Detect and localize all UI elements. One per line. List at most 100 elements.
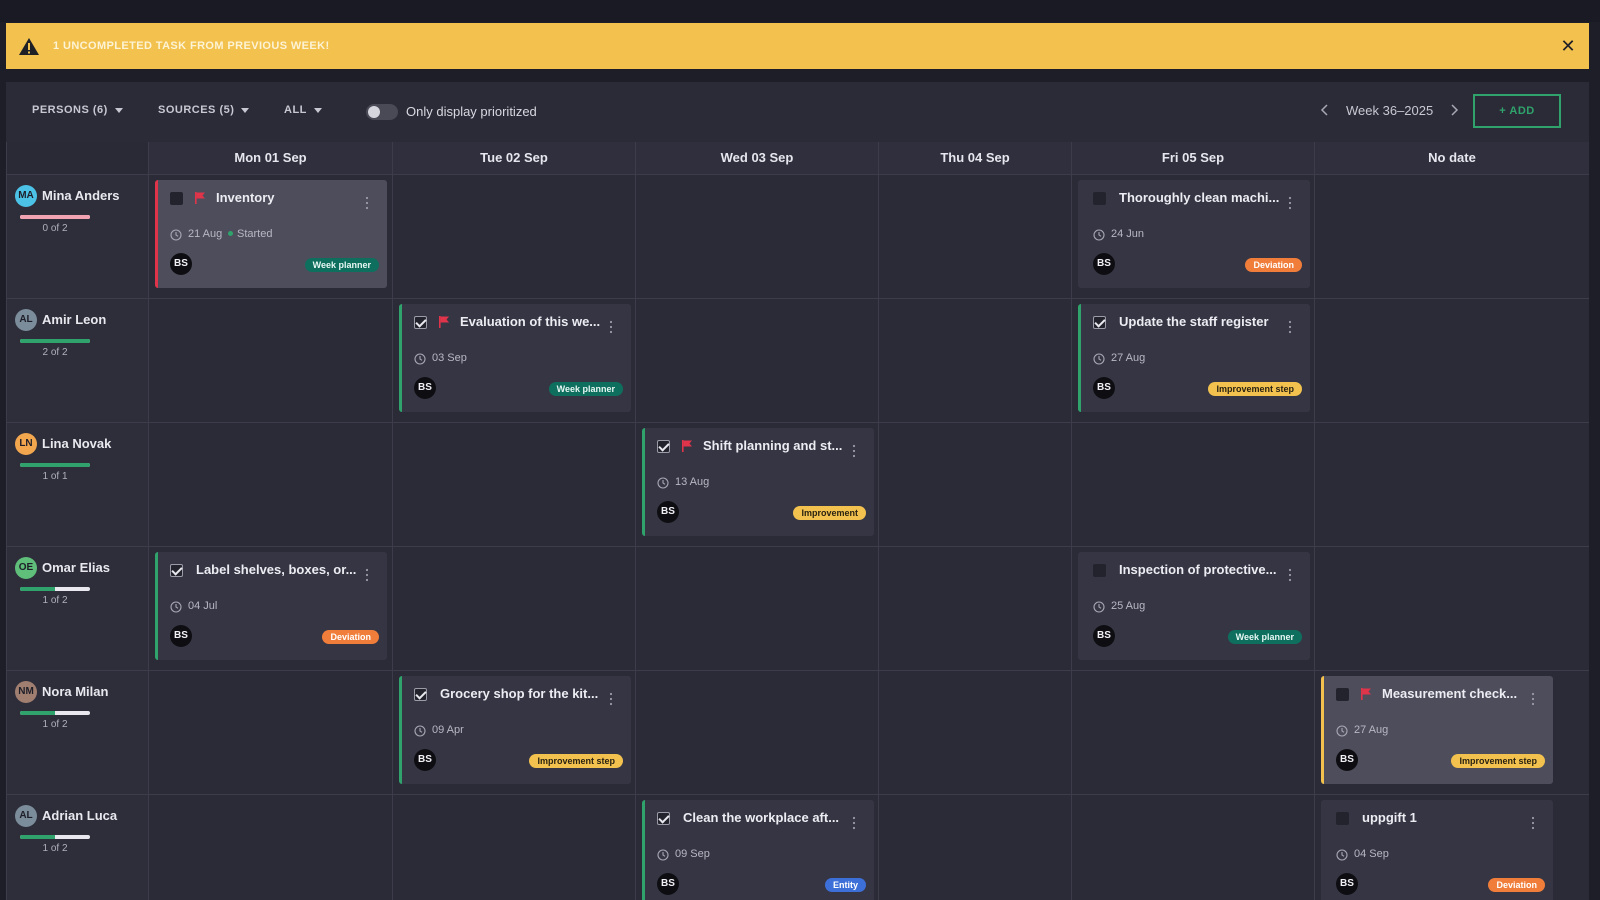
- person-cell: OE Omar Elias 1 of 2: [6, 546, 148, 670]
- day-cell[interactable]: [1314, 298, 1589, 422]
- day-header: Tue 02 Sep: [392, 142, 635, 174]
- more-options-icon[interactable]: [1531, 692, 1535, 706]
- day-cell[interactable]: [1314, 174, 1589, 298]
- task-checkbox[interactable]: [1336, 812, 1349, 825]
- status-filter-dropdown[interactable]: ALL: [284, 104, 322, 116]
- progress-fill: [20, 587, 55, 591]
- progress-bar: [20, 463, 90, 467]
- persons-filter-dropdown[interactable]: PERSONS (6): [32, 104, 123, 116]
- person-name[interactable]: Mina Anders: [42, 188, 120, 203]
- person-cell: NM Nora Milan 1 of 2: [6, 670, 148, 794]
- more-options-icon[interactable]: [852, 816, 856, 830]
- task-card[interactable]: Clean the workplace aft... 09 Sep BS Entity: [642, 800, 874, 900]
- day-cell[interactable]: [878, 298, 1071, 422]
- day-cell[interactable]: [148, 422, 392, 546]
- day-cell[interactable]: [1071, 670, 1314, 794]
- task-checkbox[interactable]: [1336, 688, 1349, 701]
- more-options-icon[interactable]: [1531, 816, 1535, 830]
- task-title[interactable]: Thoroughly clean machi...: [1119, 190, 1279, 205]
- progress-bar: [20, 711, 90, 715]
- more-options-icon[interactable]: [1288, 568, 1292, 582]
- task-title[interactable]: Inventory: [216, 190, 275, 205]
- day-cell[interactable]: [1071, 794, 1314, 900]
- task-checkbox[interactable]: [170, 564, 183, 577]
- assignee-avatar: BS: [414, 377, 436, 399]
- day-cell[interactable]: [1314, 422, 1589, 546]
- task-card[interactable]: Thoroughly clean machi... 24 Jun BS Deviati…: [1078, 180, 1310, 288]
- day-cell[interactable]: [878, 670, 1071, 794]
- task-checkbox[interactable]: [1093, 564, 1106, 577]
- task-title[interactable]: Update the staff register: [1119, 314, 1269, 329]
- task-checkbox[interactable]: [657, 440, 670, 453]
- day-cell[interactable]: [635, 174, 878, 298]
- task-checkbox[interactable]: [414, 316, 427, 329]
- more-options-icon[interactable]: [609, 692, 613, 706]
- day-cell[interactable]: [392, 422, 635, 546]
- progress-count: 1 of 1: [42, 471, 68, 482]
- progress-count: 1 of 2: [42, 595, 68, 606]
- day-cell[interactable]: [392, 794, 635, 900]
- day-cell[interactable]: [392, 546, 635, 670]
- avatar: AL: [15, 805, 37, 827]
- task-title[interactable]: Measurement check...: [1382, 686, 1517, 701]
- day-cell[interactable]: [148, 298, 392, 422]
- person-cell: LN Lina Novak 1 of 1: [6, 422, 148, 546]
- task-due-date: 27 Aug: [1354, 724, 1389, 736]
- person-name[interactable]: Nora Milan: [42, 684, 108, 699]
- task-checkbox[interactable]: [1093, 192, 1106, 205]
- day-cell[interactable]: [1071, 422, 1314, 546]
- more-options-icon[interactable]: [852, 444, 856, 458]
- task-checkbox[interactable]: [1093, 316, 1106, 329]
- prioritized-toggle[interactable]: [366, 104, 398, 120]
- more-options-icon[interactable]: [1288, 196, 1292, 210]
- close-icon[interactable]: ✕: [1557, 35, 1579, 57]
- task-card[interactable]: Shift planning and st... 13 Aug BS Improvem…: [642, 428, 874, 536]
- task-title[interactable]: Label shelves, boxes, or...: [196, 562, 356, 577]
- day-cell[interactable]: [635, 670, 878, 794]
- task-checkbox[interactable]: [414, 688, 427, 701]
- day-cell[interactable]: [635, 546, 878, 670]
- task-card[interactable]: uppgift 1 04 Sep BS Deviation: [1321, 800, 1553, 900]
- day-cell[interactable]: [878, 546, 1071, 670]
- day-cell[interactable]: [148, 670, 392, 794]
- header-corner: [6, 142, 148, 174]
- task-card[interactable]: Update the staff register 27 Aug BS Improve…: [1078, 304, 1310, 412]
- progress-count: 1 of 2: [42, 843, 68, 854]
- task-title[interactable]: Grocery shop for the kit...: [440, 686, 598, 701]
- task-checkbox[interactable]: [170, 192, 183, 205]
- task-due-date: 09 Sep: [675, 848, 710, 860]
- chevron-left-icon[interactable]: [1318, 102, 1332, 118]
- day-cell[interactable]: [878, 174, 1071, 298]
- warning-banner: 1 UNCOMPLETED TASK FROM PREVIOUS WEEK! ✕: [6, 23, 1589, 69]
- more-options-icon[interactable]: [365, 196, 369, 210]
- task-title[interactable]: Shift planning and st...: [703, 438, 842, 453]
- person-name[interactable]: Omar Elias: [42, 560, 110, 575]
- task-card[interactable]: Measurement check... 27 Aug BS Improvement …: [1321, 676, 1553, 784]
- more-options-icon[interactable]: [365, 568, 369, 582]
- day-cell[interactable]: [1314, 546, 1589, 670]
- sources-filter-dropdown[interactable]: SOURCES (5): [158, 104, 250, 116]
- source-tag: Improvement step: [529, 754, 623, 768]
- more-options-icon[interactable]: [609, 320, 613, 334]
- task-card[interactable]: Label shelves, boxes, or... 04 Jul BS Devia…: [155, 552, 387, 660]
- task-title[interactable]: Clean the workplace aft...: [683, 810, 839, 825]
- add-task-button[interactable]: + ADD: [1473, 94, 1561, 128]
- more-options-icon[interactable]: [1288, 320, 1292, 334]
- person-name[interactable]: Lina Novak: [42, 436, 111, 451]
- day-cell[interactable]: [878, 422, 1071, 546]
- person-name[interactable]: Amir Leon: [42, 312, 106, 327]
- task-card[interactable]: Evaluation of this we... 03 Sep BS Week pla…: [399, 304, 631, 412]
- day-cell[interactable]: [392, 174, 635, 298]
- task-checkbox[interactable]: [657, 812, 670, 825]
- chevron-right-icon[interactable]: [1447, 102, 1461, 118]
- day-cell[interactable]: [878, 794, 1071, 900]
- task-title[interactable]: Evaluation of this we...: [460, 314, 600, 329]
- task-card[interactable]: Inventory 21 Aug Started BS Week planner: [155, 180, 387, 288]
- task-title[interactable]: uppgift 1: [1362, 810, 1417, 825]
- day-cell[interactable]: [635, 298, 878, 422]
- day-cell[interactable]: [148, 794, 392, 900]
- task-card[interactable]: Grocery shop for the kit... 09 Apr BS Impro…: [399, 676, 631, 784]
- person-name[interactable]: Adrian Luca: [42, 808, 117, 823]
- task-card[interactable]: Inspection of protective... 25 Aug BS Week …: [1078, 552, 1310, 660]
- task-title[interactable]: Inspection of protective...: [1119, 562, 1276, 577]
